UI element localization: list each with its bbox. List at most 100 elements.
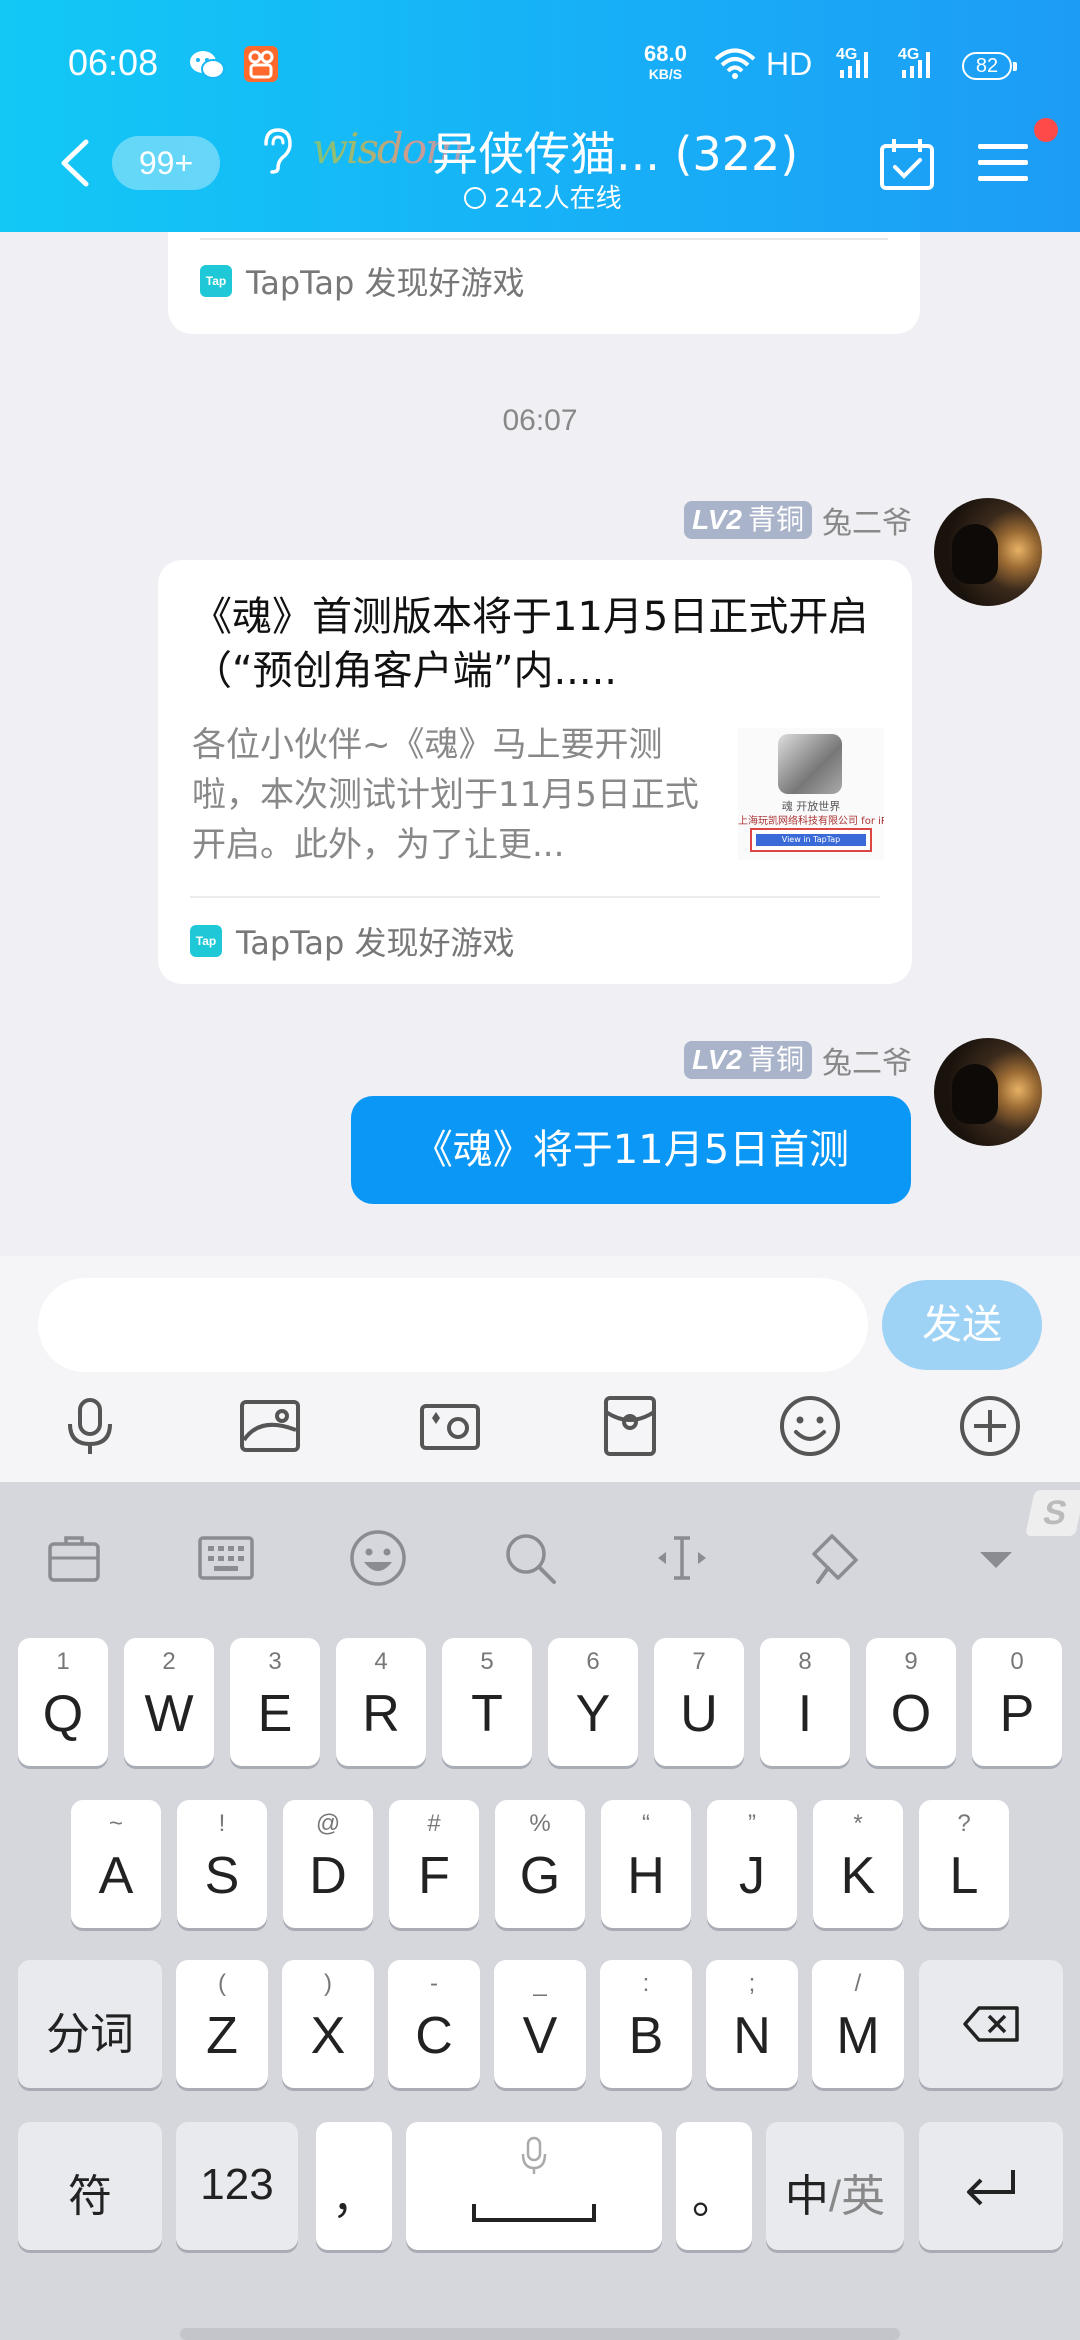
key-p[interactable]: 0P: [972, 1638, 1062, 1766]
key-d[interactable]: @ D: [283, 1800, 373, 1928]
collapse-icon[interactable]: [966, 1528, 1026, 1588]
key-letter: L: [949, 1847, 979, 1905]
sogou-logo: S: [1025, 1490, 1080, 1536]
key-j[interactable]: ” J: [707, 1800, 797, 1928]
key-hint: 7: [692, 1648, 706, 1675]
lang-separator: /: [828, 2172, 842, 2221]
menu-icon[interactable]: [976, 140, 1030, 186]
key-hint: 4: [374, 1648, 388, 1675]
key-hint: 6: [586, 1648, 600, 1675]
key-numbers[interactable]: 123: [176, 2122, 298, 2250]
key-space[interactable]: [406, 2122, 662, 2250]
plus-icon[interactable]: [958, 1394, 1022, 1458]
sender-name[interactable]: 兔二爷: [822, 498, 912, 542]
key-fenci[interactable]: 分词: [18, 1960, 162, 2088]
key-l[interactable]: ? L: [919, 1800, 1009, 1928]
share-card[interactable]: 《魂》首测版本将于11月5日正式开启（“预创角客户端”内..... 各位小伙伴~…: [158, 560, 912, 984]
cursor-icon[interactable]: [652, 1528, 712, 1588]
key-v[interactable]: _ V: [494, 1960, 586, 2088]
key-letter: K: [840, 1847, 876, 1905]
key-r[interactable]: 4R: [336, 1638, 426, 1766]
key-letter: T: [471, 1685, 503, 1743]
signal-label: 4G: [836, 46, 858, 63]
share-card-title: 《魂》首测版本将于11月5日正式开启（“预创角客户端”内.....: [192, 594, 869, 694]
key-hint: @: [315, 1810, 341, 1837]
key-hint: -: [430, 1970, 438, 1997]
key-f[interactable]: # F: [389, 1800, 479, 1928]
level-name: 青铜: [747, 503, 804, 536]
brush-icon[interactable]: [804, 1528, 864, 1588]
key-hint: _: [533, 1970, 547, 1997]
key-comma[interactable]: ，: [316, 2122, 392, 2250]
red-packet-icon[interactable]: [598, 1394, 662, 1458]
camera-icon[interactable]: [418, 1394, 482, 1458]
message-input[interactable]: [38, 1278, 868, 1372]
emoji-icon[interactable]: [778, 1394, 842, 1458]
group-title[interactable]: 异侠传猫... (322): [432, 118, 798, 184]
net-speed-value: 68.0: [644, 41, 687, 66]
share-card-previous[interactable]: Tap TapTap 发现好游戏: [168, 232, 920, 334]
message-bubble[interactable]: 《魂》将于11月5日首测: [351, 1096, 911, 1204]
send-button[interactable]: 发送: [882, 1280, 1042, 1370]
key-m[interactable]: / M: [812, 1960, 904, 2088]
key-i[interactable]: 8I: [760, 1638, 850, 1766]
key-hint: 9: [904, 1648, 918, 1675]
key-symbols[interactable]: 符: [18, 2122, 162, 2250]
key-letter: D: [309, 1847, 347, 1905]
keyboard-icon[interactable]: [196, 1528, 256, 1588]
key-hint: 5: [480, 1648, 494, 1675]
kuaishou-icon: [244, 46, 278, 82]
toolbox-icon[interactable]: [44, 1528, 104, 1588]
sender-info: LV2 青铜 兔二爷: [684, 1038, 912, 1082]
key-w[interactable]: 2W: [124, 1638, 214, 1766]
key-k[interactable]: * K: [813, 1800, 903, 1928]
microphone-icon[interactable]: [58, 1394, 122, 1458]
sender-name[interactable]: 兔二爷: [822, 1038, 912, 1082]
image-icon[interactable]: [238, 1394, 302, 1458]
unread-badge[interactable]: 99+: [112, 136, 220, 190]
search-icon[interactable]: [500, 1528, 560, 1588]
ear-icon[interactable]: [258, 126, 294, 174]
back-arrow-icon[interactable]: [58, 138, 92, 188]
key-backspace[interactable]: [919, 1960, 1063, 2088]
emoji-icon[interactable]: [348, 1528, 408, 1588]
calendar-check-icon[interactable]: [878, 136, 936, 192]
key-c[interactable]: -C: [388, 1960, 480, 2088]
key-t[interactable]: 5T: [442, 1638, 532, 1766]
key-e[interactable]: 3E: [230, 1638, 320, 1766]
key-period[interactable]: 。: [676, 2122, 752, 2250]
key-b[interactable]: :B: [600, 1960, 692, 2088]
key-n[interactable]: ; N: [706, 1960, 798, 2088]
key-a[interactable]: ~ A: [71, 1800, 161, 1928]
card-source: Tap TapTap 发现好游戏: [190, 918, 515, 964]
battery-icon: 82: [962, 52, 1017, 80]
lang-en: 英: [841, 2172, 886, 2221]
key-g[interactable]: % G: [495, 1800, 585, 1928]
message-timestamp: 06:07: [502, 404, 578, 437]
key-letter: Z: [206, 2007, 238, 2065]
key-z[interactable]: (Z: [176, 1960, 268, 2088]
enter-icon: [967, 2170, 1015, 2206]
avatar[interactable]: [934, 1038, 1042, 1146]
message-list[interactable]: Tap TapTap 发现好游戏 06:07 LV2 青铜 兔二爷 《魂》首测版本…: [0, 232, 1080, 1256]
level-code: LV2: [692, 504, 742, 535]
key-q[interactable]: 1Q: [18, 1638, 108, 1766]
key-s[interactable]: ! S: [177, 1800, 267, 1928]
key-language-switch[interactable]: 中/英: [766, 2122, 904, 2250]
card-source: Tap TapTap 发现好游戏: [200, 258, 525, 304]
key-letter: R: [362, 1685, 400, 1743]
hd-label: HD: [766, 46, 813, 82]
net-speed-unit: KB/S: [648, 66, 683, 82]
key-o[interactable]: 9O: [866, 1638, 956, 1766]
taptap-icon: Tap: [190, 925, 222, 957]
avatar[interactable]: [934, 498, 1042, 606]
key-h[interactable]: “H: [601, 1800, 691, 1928]
keyboard: S 1Q2W3E4R5T6Y7U8I9O0P ~ A! S @ D # F% G “H” J * K?…: [0, 1482, 1080, 2340]
key-letter: A: [98, 1847, 134, 1905]
key-y[interactable]: 6Y: [548, 1638, 638, 1766]
key-enter[interactable]: [919, 2122, 1063, 2250]
key-x[interactable]: ) X: [282, 1960, 374, 2088]
key-hint: “: [642, 1810, 650, 1837]
key-u[interactable]: 7U: [654, 1638, 744, 1766]
key-hint: #: [427, 1810, 441, 1837]
